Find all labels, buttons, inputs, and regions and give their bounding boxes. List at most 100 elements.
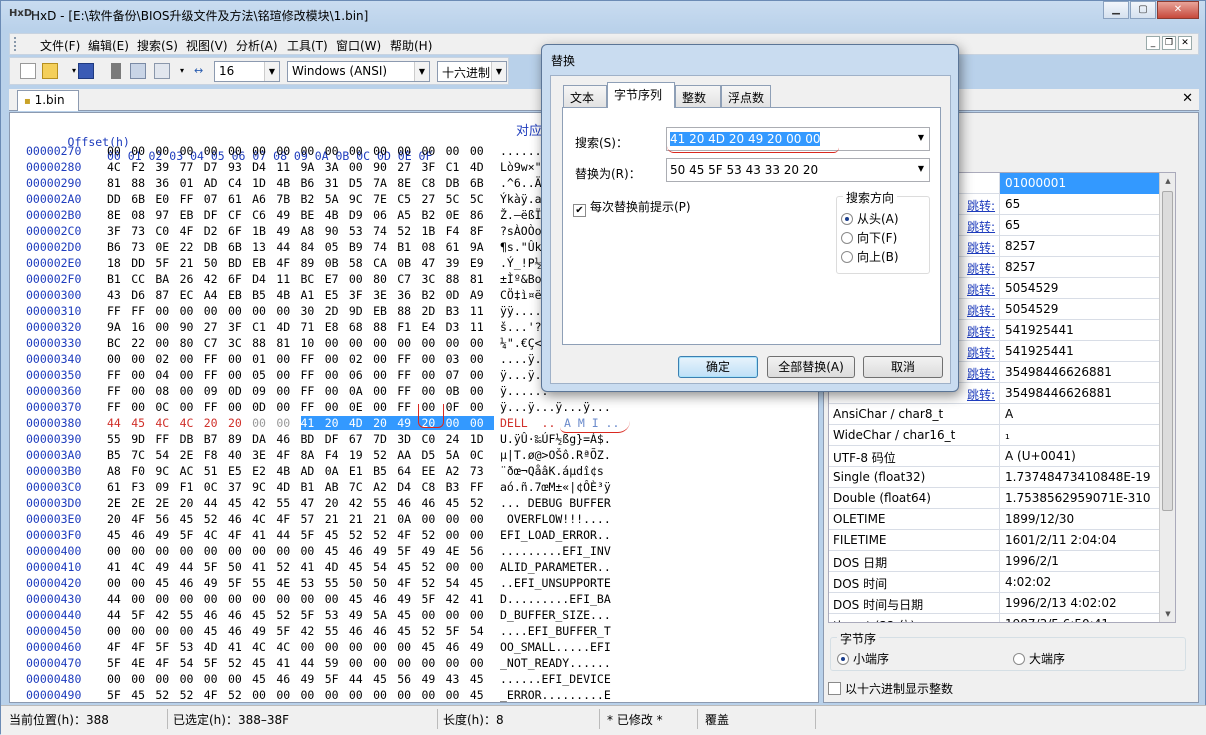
tab-integer[interactable]: 整数 [675,85,721,107]
hex-byte[interactable]: 00 [180,384,204,398]
inspector-row[interactable]: FILETIME 1601/2/11 2:04:04 [829,530,1175,551]
hex-byte[interactable]: 2E [155,496,179,510]
inspector-value[interactable]: ₁ [1005,428,1010,442]
hex-byte[interactable]: 4C [155,416,179,430]
hex-byte[interactable]: 0B [397,256,421,270]
hex-byte[interactable]: 7C [349,480,373,494]
hex-byte[interactable]: 0C [470,448,494,462]
hex-byte[interactable]: D3 [446,320,470,334]
hex-byte[interactable]: 54 [446,576,470,590]
hex-byte[interactable]: 46 [446,640,470,654]
hex-byte[interactable]: 27 [397,160,421,174]
hex-byte[interactable]: 05 [252,368,276,382]
hex-byte[interactable]: FF [107,400,131,414]
hex-byte[interactable]: 52 [373,528,397,542]
hex-byte[interactable]: 88 [373,320,397,334]
hex-byte[interactable]: 46 [228,624,252,638]
hex-byte[interactable]: C8 [421,480,445,494]
row-bytes[interactable]: DD 6B E0 FF 07 61 A6 7B B2 5A 9C 7E C5 27 5C 5C [107,192,494,206]
hex-byte[interactable]: 00 [107,672,131,686]
hex-byte[interactable]: FF [155,432,179,446]
hex-byte[interactable]: E8 [325,320,349,334]
hex-byte[interactable]: 2E [107,496,131,510]
hex-byte[interactable]: 6B [228,240,252,254]
hex-byte[interactable]: 3F [421,160,445,174]
hex-byte[interactable]: 45 [397,608,421,622]
hex-byte[interactable]: 00 [349,144,373,158]
hex-byte[interactable]: 00 [131,672,155,686]
hex-byte[interactable]: A8 [107,464,131,478]
hex-byte[interactable]: 89 [301,256,325,270]
inspector-row[interactable]: DOS 时间 4:02:02 [829,572,1175,593]
hex-byte[interactable]: E1 [349,464,373,478]
hex-byte[interactable]: C7 [397,272,421,286]
hex-byte[interactable]: 20 [228,416,252,430]
hex-byte[interactable]: 0B [446,384,470,398]
hex-byte[interactable]: 4B [276,464,300,478]
hex-byte[interactable]: 46 [276,672,300,686]
hex-byte[interactable]: 02 [349,352,373,366]
hex-byte[interactable]: F2 [131,160,155,174]
hex-byte[interactable]: 50 [228,560,252,574]
hex-byte[interactable]: FF [107,384,131,398]
hex-byte[interactable]: 4C [252,512,276,526]
hex-byte[interactable]: 52 [421,576,445,590]
hex-byte[interactable]: A2 [373,480,397,494]
hex-byte[interactable]: 1D [252,176,276,190]
replace-input[interactable]: 50 45 5F 53 43 33 20 20 ▼ [666,158,930,182]
hex-byte[interactable]: 3E [252,448,276,462]
hex-byte[interactable]: 36 [397,288,421,302]
hex-byte[interactable]: 44 [204,496,228,510]
hex-byte[interactable]: D7 [204,160,228,174]
direction-down-radio[interactable]: 向下(F) [841,229,897,246]
hex-byte[interactable]: FF [397,368,421,382]
hex-byte[interactable]: 9C [155,464,179,478]
hex-byte[interactable]: C4 [228,176,252,190]
jump-link[interactable]: 跳转: [967,281,995,298]
row-bytes[interactable]: 55 9D FF DB B7 89 DA 46 BD DF 67 7D 3D C0 24 1D [107,432,494,446]
hex-byte[interactable]: 2D [325,304,349,318]
hex-byte[interactable]: 5F [204,656,228,670]
hex-byte[interactable]: 8F [470,224,494,238]
hex-byte[interactable]: 00 [107,144,131,158]
inspector-value[interactable]: 1601/2/11 2:04:04 [1005,533,1117,547]
hex-byte[interactable]: 21 [349,512,373,526]
hex-byte[interactable]: 9C [349,192,373,206]
hex-byte[interactable]: 45 [349,592,373,606]
row-bytes[interactable]: 00 00 00 00 00 00 00 00 00 00 00 00 00 00 00 00 [107,144,494,158]
hex-byte[interactable]: 00 [470,608,494,622]
hex-byte[interactable]: 00 [107,576,131,590]
hex-byte[interactable]: 00 [180,304,204,318]
charset-select[interactable]: Windows (ANSI) ▼ [287,61,430,82]
hex-byte[interactable]: 13 [252,240,276,254]
row-text[interactable]: ALID_PARAMETER.. [500,560,611,574]
hex-byte[interactable]: 00 [470,560,494,574]
hex-byte[interactable]: 09 [204,384,228,398]
hex-byte[interactable]: FF [301,368,325,382]
row-text[interactable]: ÿ...ÿ. [500,368,542,382]
hex-byte[interactable]: 46 [276,432,300,446]
hex-byte[interactable]: B2 [301,192,325,206]
hex-byte[interactable]: 00 [446,688,470,702]
hex-byte[interactable]: 80 [373,272,397,286]
hex-byte[interactable]: 20 [373,416,398,430]
row-text[interactable]: ÿ...ÿ...ÿ...ÿ... [500,400,611,414]
disk-editor-icon[interactable] [154,63,170,79]
hex-byte[interactable]: 7A [373,176,397,190]
menu-tools[interactable]: 工具(T) [287,37,328,54]
hex-byte[interactable]: 3C [421,272,445,286]
hex-byte[interactable]: 53 [301,576,325,590]
hex-byte[interactable]: 00 [204,304,228,318]
hex-byte[interactable]: 55 [107,432,131,446]
hex-byte[interactable]: 49 [204,576,228,590]
hex-byte[interactable]: 46 [349,624,373,638]
hex-byte[interactable]: 00 [349,160,373,174]
properties-icon[interactable] [111,63,121,79]
inspector-value[interactable]: 35498446626881 [1005,365,1112,379]
hex-byte[interactable]: 6F [228,224,252,238]
hex-byte[interactable]: 49 [276,208,300,222]
hex-byte[interactable]: 6B [470,176,494,190]
hex-byte[interactable]: 00 [204,544,228,558]
hex-byte[interactable]: 0A [397,512,421,526]
row-text[interactable]: DELL .. [500,416,555,430]
